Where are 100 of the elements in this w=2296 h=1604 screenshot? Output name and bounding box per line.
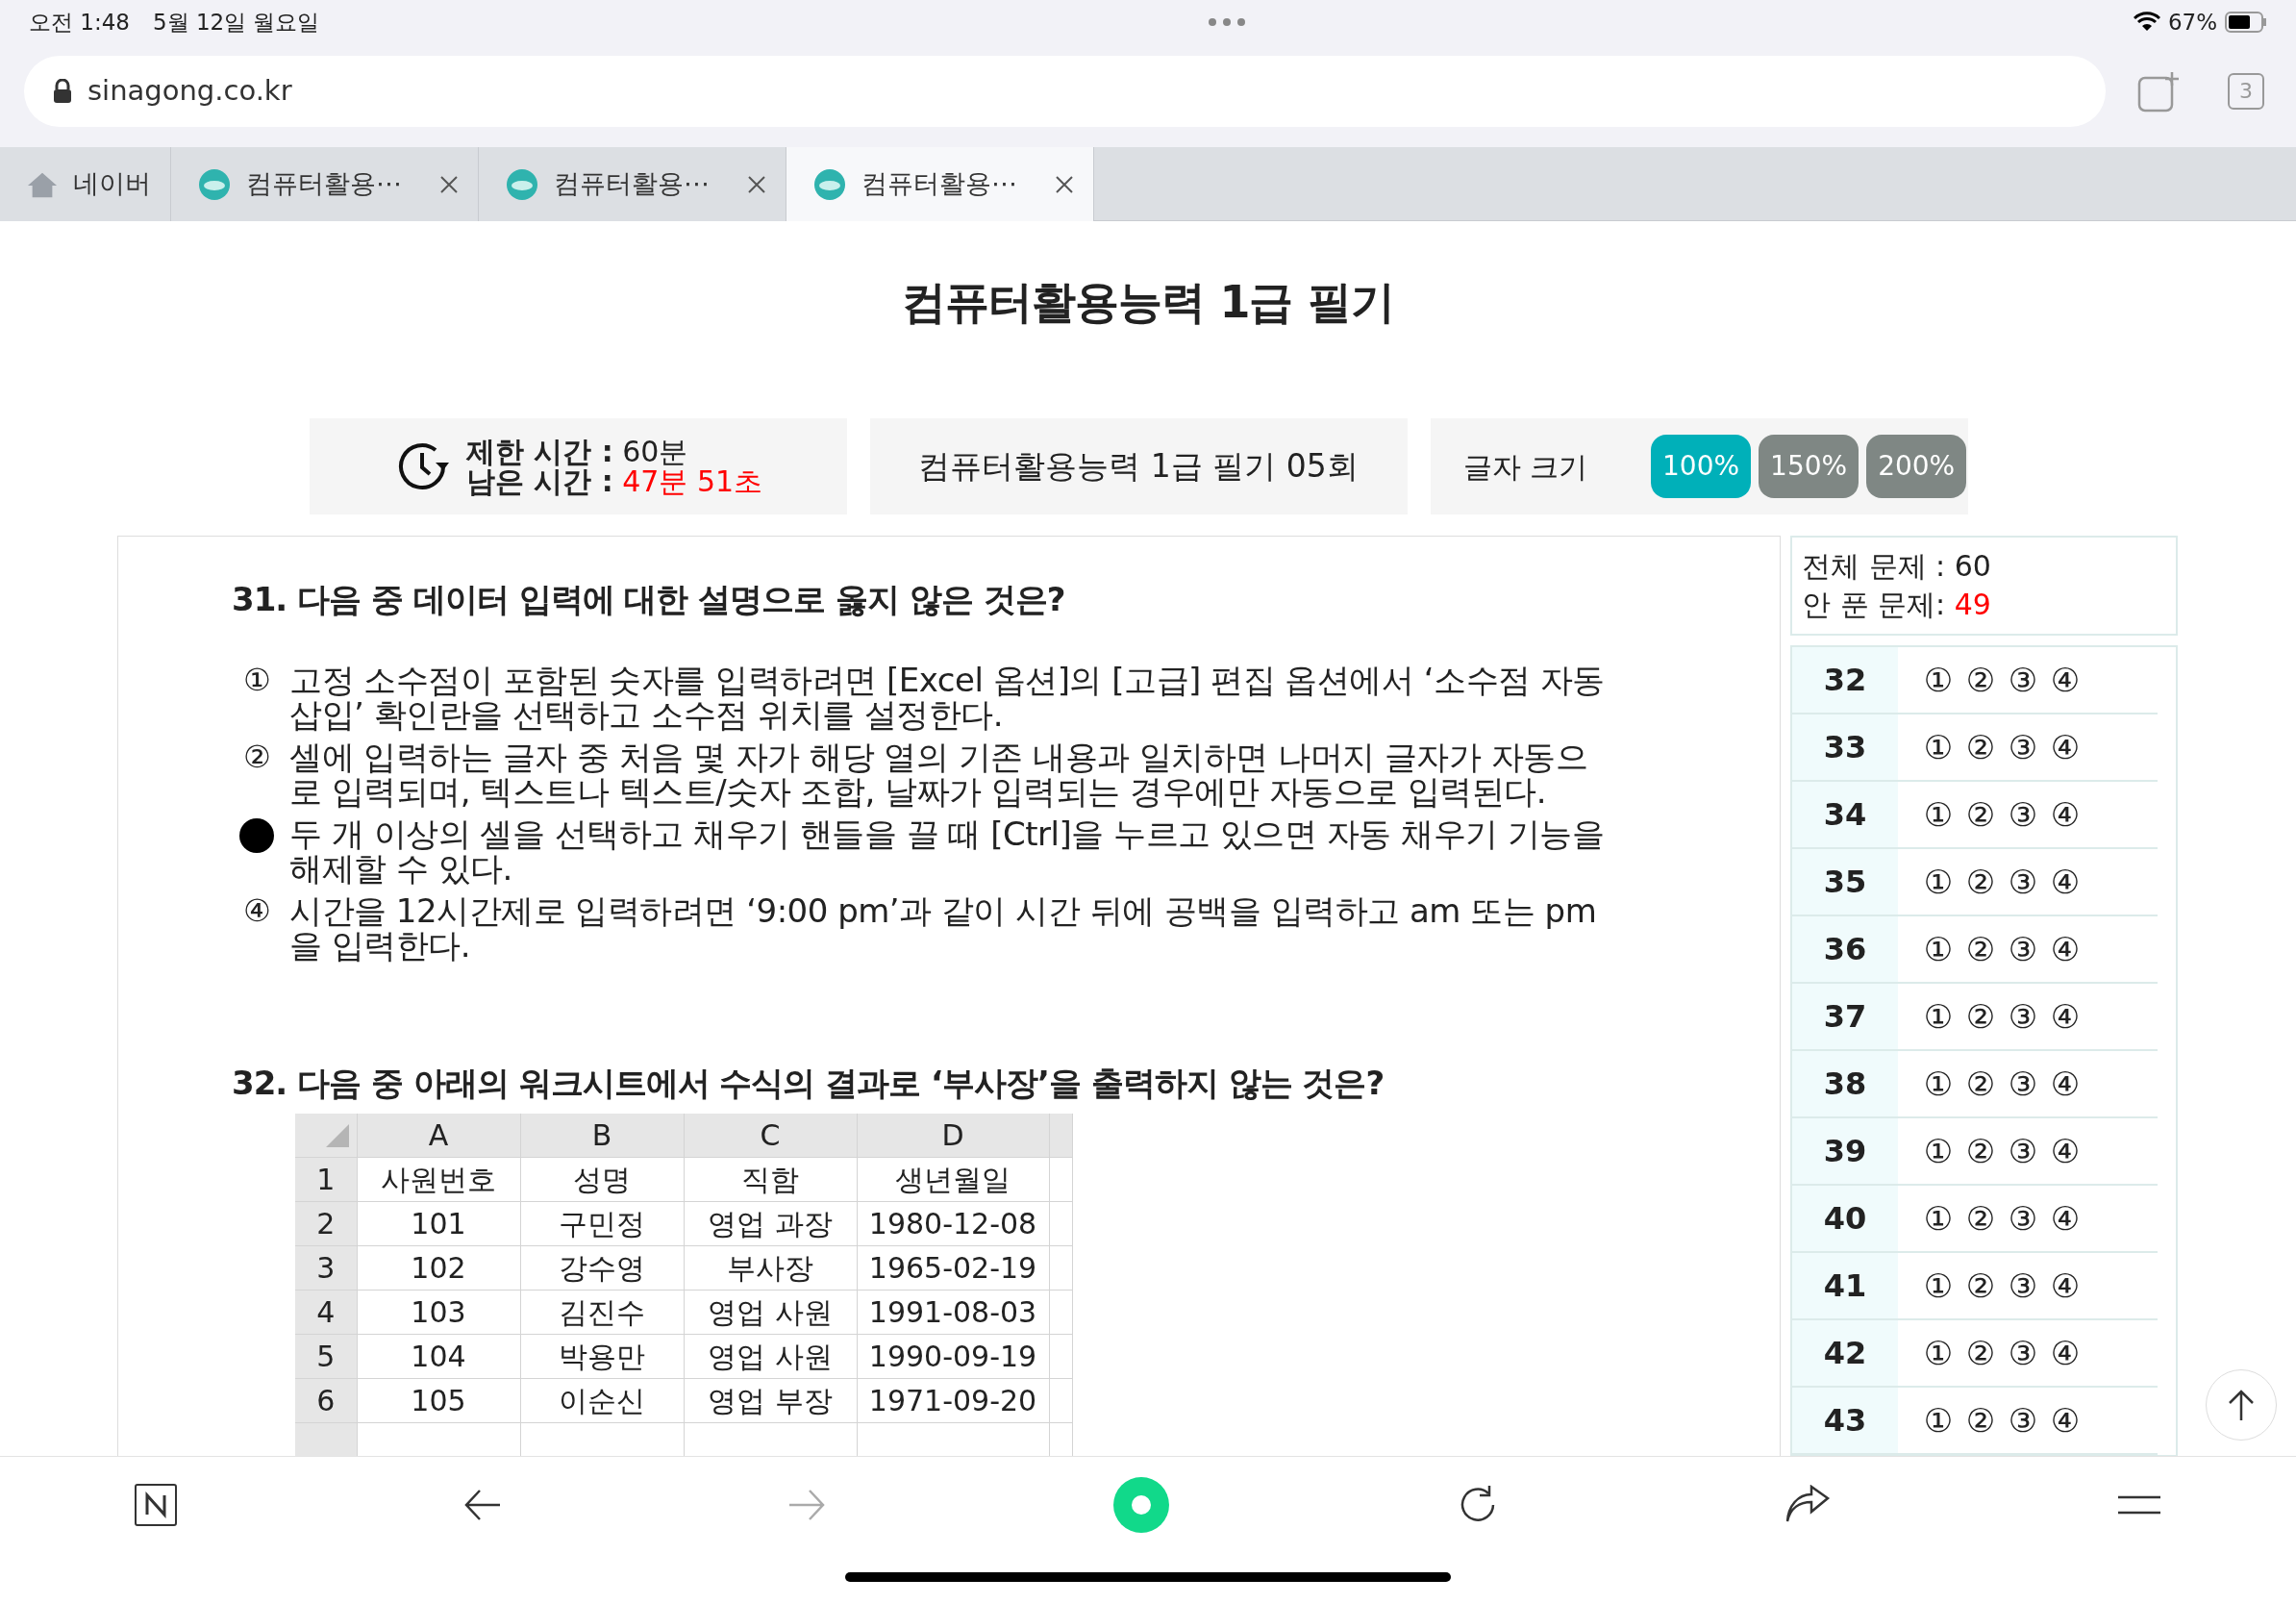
table-cell: 영업 부장 <box>684 1378 857 1423</box>
question-number[interactable]: 32 <box>1792 647 1898 713</box>
answer-choice[interactable]: ④ <box>2044 793 2086 836</box>
selected-answer-dot[interactable] <box>239 818 274 853</box>
option-text: 고정 소수점이 포함된 숫자를 입력하려면 [Excel 옵션]의 [고급] 편집 옵션에서 ‘소수점 자동 삽입’ 확인란을 선택하고 소수점 위치를 설정한다. <box>289 663 1605 732</box>
answer-choice[interactable]: ③ <box>2002 995 2044 1038</box>
answer-choice[interactable]: ③ <box>2002 726 2044 768</box>
answer-choice[interactable]: ④ <box>2044 1063 2086 1105</box>
answer-choice[interactable]: ④ <box>2044 1399 2086 1441</box>
more-dots-icon[interactable] <box>1207 17 1246 27</box>
lock-icon <box>53 78 72 104</box>
site-logo-icon <box>813 167 846 201</box>
new-tab-icon[interactable] <box>2137 69 2182 113</box>
answer-choice[interactable]: ① <box>1917 726 1959 768</box>
answer-choice[interactable]: ③ <box>2002 793 2044 836</box>
answer-choice[interactable]: ④ <box>2044 659 2086 701</box>
back-arrow-icon[interactable] <box>462 1489 502 1521</box>
answer-choice[interactable]: ③ <box>2002 1130 2044 1172</box>
answer-choice[interactable]: ② <box>1959 1265 2002 1307</box>
question-number[interactable]: 33 <box>1792 714 1898 780</box>
answer-choice[interactable]: ① <box>1917 1332 1959 1374</box>
answer-choice[interactable]: ④ <box>2044 1332 2086 1374</box>
question-number[interactable]: 42 <box>1792 1320 1898 1386</box>
answer-choice[interactable]: ① <box>1917 793 1959 836</box>
answer-choice[interactable]: ② <box>1959 1332 2002 1374</box>
close-icon[interactable] <box>439 174 459 194</box>
question-number[interactable]: 40 <box>1792 1186 1898 1251</box>
table-cell: 이순신 <box>520 1378 684 1423</box>
question-number[interactable]: 39 <box>1792 1118 1898 1184</box>
browser-tab[interactable]: 컴퓨터활용⋯ <box>786 147 1094 221</box>
answer-choice[interactable]: ④ <box>2044 995 2086 1038</box>
question-title: 32. 다음 중 아래의 워크시트에서 수식의 결과로 ‘부사장’을 출력하지 않는 것은? <box>232 1063 1385 1104</box>
answer-choice[interactable]: ② <box>1959 1063 2002 1105</box>
table-cell: 생년월일 <box>857 1157 1049 1202</box>
answer-choice[interactable]: ② <box>1959 1399 2002 1441</box>
question-number[interactable]: 43 <box>1792 1388 1898 1453</box>
table-cell: 영업 사원 <box>684 1334 857 1379</box>
answer-choice[interactable]: ④ <box>2044 928 2086 970</box>
answer-choice[interactable]: ③ <box>2002 1265 2044 1307</box>
font-size-label: 글자 크기 <box>1462 448 1588 486</box>
unsolved-count: 안 푼 문제: 49 <box>1802 587 1992 623</box>
answer-choice[interactable]: ④ <box>2044 1130 2086 1172</box>
answer-choice[interactable]: ④ <box>2044 726 2086 768</box>
answer-choice[interactable]: ③ <box>2002 1063 2044 1105</box>
option-text: 두 개 이상의 셀을 선택하고 채우기 핸들을 끌 때 [Ctrl]을 누르고 있으면 자동 채우기 기능을 해제할 수 있다. <box>289 816 1605 886</box>
menu-icon[interactable] <box>2116 1494 2161 1516</box>
font-size-button[interactable]: 200% <box>1866 435 1967 498</box>
question-number[interactable]: 37 <box>1792 984 1898 1049</box>
close-icon[interactable] <box>1055 174 1074 194</box>
answer-choice[interactable]: ③ <box>2002 1332 2044 1374</box>
browser-tab[interactable]: 네이버 <box>0 147 171 221</box>
answer-choice[interactable]: ② <box>1959 1197 2002 1240</box>
answer-choice[interactable]: ③ <box>2002 928 2044 970</box>
answer-choice[interactable]: ① <box>1917 1063 1959 1105</box>
column-header: C <box>684 1114 857 1158</box>
answer-choice[interactable]: ② <box>1959 659 2002 701</box>
answer-choice[interactable]: ② <box>1959 793 2002 836</box>
browser-tab[interactable]: 컴퓨터활용⋯ <box>171 147 479 221</box>
answer-choice[interactable]: ④ <box>2044 861 2086 903</box>
answer-choice[interactable]: ① <box>1917 928 1959 970</box>
address-field[interactable]: sinagong.co.kr <box>24 55 2106 127</box>
answer-choice[interactable]: ④ <box>2044 1197 2086 1240</box>
answer-choice[interactable]: ① <box>1917 1130 1959 1172</box>
answer-choice[interactable]: ④ <box>2044 1265 2086 1307</box>
close-icon[interactable] <box>747 174 766 194</box>
table-cell: 101 <box>357 1201 520 1246</box>
answer-choice[interactable]: ① <box>1917 861 1959 903</box>
table-cell: 영업 사원 <box>684 1290 857 1335</box>
answer-choice[interactable]: ③ <box>2002 861 2044 903</box>
table-cell: 사원번호 <box>357 1157 520 1202</box>
answer-choice[interactable]: ① <box>1917 1197 1959 1240</box>
corner-triangle-icon <box>325 1123 349 1147</box>
answer-choice[interactable]: ① <box>1917 1265 1959 1307</box>
table-cell: 1991-08-03 <box>857 1290 1049 1335</box>
row-header: 6 <box>295 1378 357 1423</box>
answer-choice[interactable]: ① <box>1917 659 1959 701</box>
answer-choice[interactable]: ① <box>1917 1399 1959 1441</box>
question-number[interactable]: 41 <box>1792 1253 1898 1318</box>
n-logo-icon[interactable] <box>135 1484 177 1526</box>
answer-choice[interactable]: ② <box>1959 861 2002 903</box>
answer-choice[interactable]: ③ <box>2002 1399 2044 1441</box>
answer-choice[interactable]: ② <box>1959 726 2002 768</box>
option-number[interactable]: ④ <box>239 893 274 963</box>
answer-choice[interactable]: ② <box>1959 928 2002 970</box>
answer-choice[interactable]: ③ <box>2002 659 2044 701</box>
question-number[interactable]: 38 <box>1792 1051 1898 1116</box>
question-number[interactable]: 36 <box>1792 916 1898 982</box>
browser-tab[interactable]: 컴퓨터활용⋯ <box>479 147 786 221</box>
url-text: sinagong.co.kr <box>87 72 292 109</box>
answer-choice[interactable]: ① <box>1917 995 1959 1038</box>
answer-choice[interactable]: ② <box>1959 1130 2002 1172</box>
row-header: 2 <box>295 1201 357 1246</box>
answer-choice[interactable]: ② <box>1959 995 2002 1038</box>
column-header: B <box>520 1114 684 1158</box>
option-number[interactable]: ② <box>239 739 274 809</box>
option-number[interactable]: ① <box>239 663 274 732</box>
question-number[interactable]: 34 <box>1792 782 1898 847</box>
answer-choice[interactable]: ③ <box>2002 1197 2044 1240</box>
question-number[interactable]: 35 <box>1792 849 1898 915</box>
font-size-button[interactable]: 150% <box>1759 435 1859 498</box>
